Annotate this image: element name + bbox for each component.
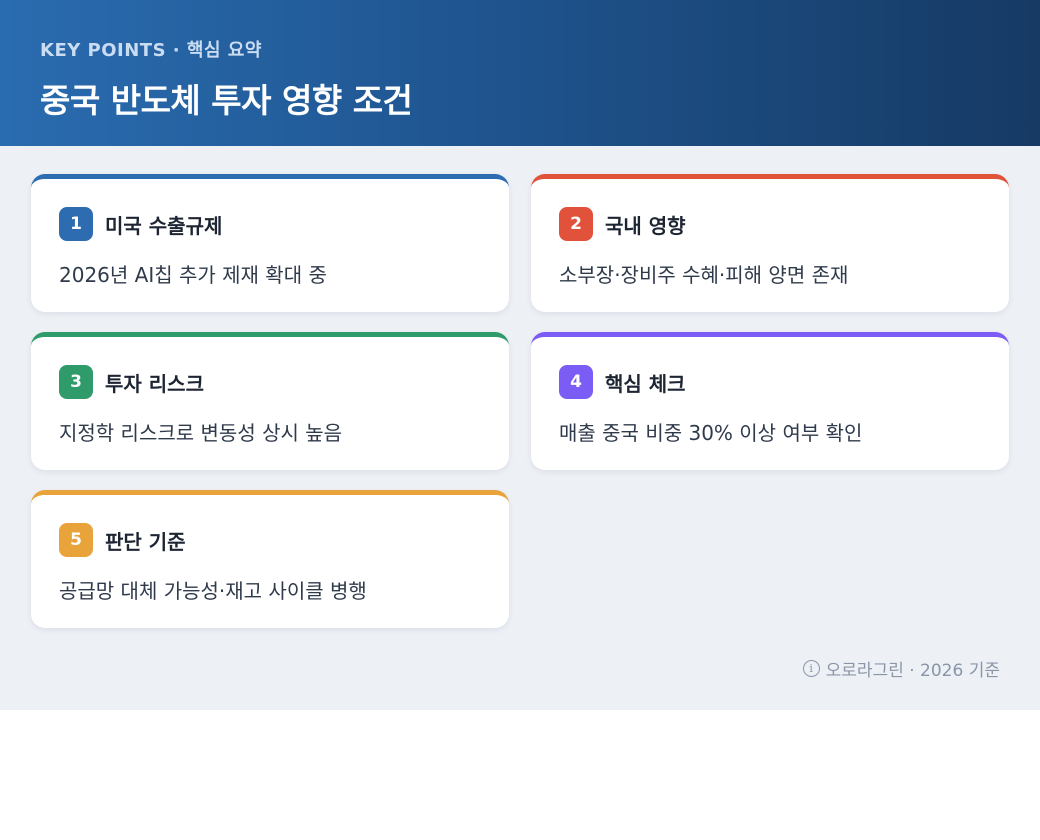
card-header: 2 국내 영향 [559, 207, 686, 241]
card-body: 지정학 리스크로 변동성 상시 높음 [59, 421, 343, 445]
header-banner: KEY POINTS · 핵심 요약 중국 반도체 투자 영향 조건 [0, 0, 1040, 146]
card-body: 소부장·장비주 수혜·피해 양면 존재 [559, 263, 849, 287]
footer-credit: i 오로라그린 · 2026 기준 [802, 656, 1000, 681]
card-number-badge: 4 [559, 365, 593, 399]
card-header: 5 판단 기준 [59, 523, 186, 557]
card-3: 3 투자 리스크 지정학 리스크로 변동성 상시 높음 [31, 332, 509, 470]
card-title: 투자 리스크 [105, 371, 204, 396]
card-body: 2026년 AI칩 추가 제재 확대 중 [59, 263, 327, 287]
card-5: 5 판단 기준 공급망 대체 가능성·재고 사이클 병행 [31, 490, 509, 628]
infographic-frame: KEY POINTS · 핵심 요약 중국 반도체 투자 영향 조건 1 미국 … [0, 0, 1040, 710]
card-4: 4 핵심 체크 매출 중국 비중 30% 이상 여부 확인 [531, 332, 1009, 470]
card-header: 4 핵심 체크 [559, 365, 686, 399]
card-number-badge: 2 [559, 207, 593, 241]
card-1: 1 미국 수출규제 2026년 AI칩 추가 제재 확대 중 [31, 174, 509, 312]
header-kicker: KEY POINTS · 핵심 요약 [40, 40, 262, 61]
card-number-badge: 3 [59, 365, 93, 399]
card-header: 3 투자 리스크 [59, 365, 204, 399]
info-icon: i [802, 660, 820, 677]
card-body: 매출 중국 비중 30% 이상 여부 확인 [559, 421, 863, 445]
card-title: 미국 수출규제 [105, 213, 223, 238]
footer-text: 오로라그린 · 2026 기준 [825, 661, 1000, 681]
card-title: 국내 영향 [605, 213, 686, 238]
card-header: 1 미국 수출규제 [59, 207, 222, 241]
card-number-badge: 1 [59, 207, 93, 241]
card-body: 공급망 대체 가능성·재고 사이클 병행 [59, 579, 367, 603]
card-number-badge: 5 [59, 523, 93, 557]
page-title: 중국 반도체 투자 영향 조건 [40, 81, 413, 120]
card-2: 2 국내 영향 소부장·장비주 수혜·피해 양면 존재 [531, 174, 1009, 312]
card-title: 판단 기준 [105, 529, 186, 554]
card-title: 핵심 체크 [605, 371, 686, 396]
